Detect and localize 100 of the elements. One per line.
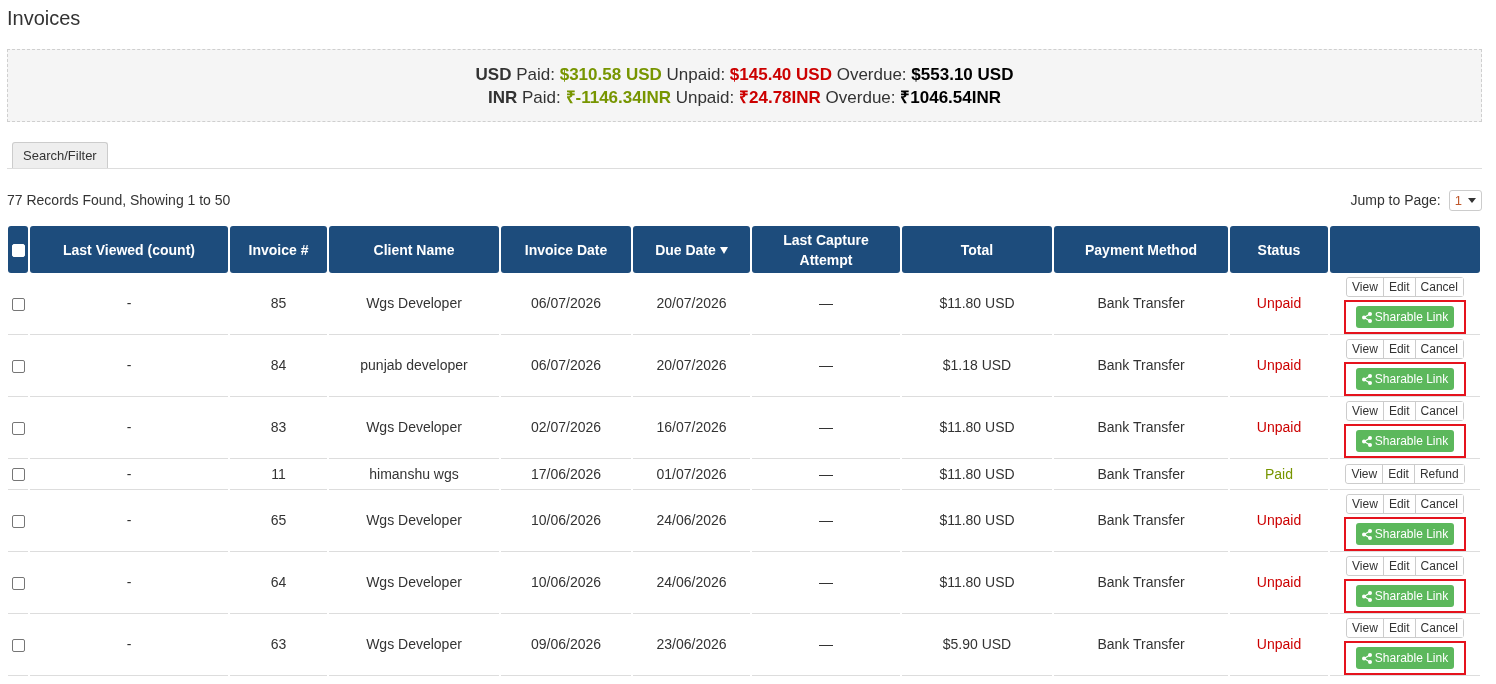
table-cell: —	[752, 397, 900, 459]
share-icon	[1361, 652, 1372, 664]
table-cell: -	[30, 397, 228, 459]
table-cell: —	[752, 335, 900, 397]
table-cell: 17/06/2026	[501, 459, 631, 490]
select-all-checkbox[interactable]	[11, 243, 25, 257]
share-icon	[1361, 435, 1372, 447]
status-label: Unpaid	[1230, 614, 1328, 676]
row-checkbox[interactable]	[11, 638, 25, 652]
table-cell: Wgs Developer	[329, 397, 499, 459]
table-cell: -	[30, 552, 228, 614]
table-cell: 10/06/2026	[501, 490, 631, 552]
row-checkbox[interactable]	[11, 297, 25, 311]
status-label: Paid	[1230, 459, 1328, 490]
status-label: Unpaid	[1230, 490, 1328, 552]
table-cell: 24/06/2026	[633, 552, 750, 614]
table-cell: 65	[230, 490, 327, 552]
table-cell: 64	[230, 552, 327, 614]
currency-summary: USD Paid: $310.58 USD Unpaid: $145.40 USD Overdue: $553.10 USD	[475, 63, 1014, 86]
table-cell: 10/06/2026	[501, 552, 631, 614]
caret-down-icon	[1468, 198, 1476, 203]
table-cell: —	[752, 552, 900, 614]
column-header[interactable]: Last Capture Attempt	[752, 226, 900, 273]
table-cell: -	[30, 459, 228, 490]
table-cell: $11.80 USD	[902, 490, 1052, 552]
column-header[interactable]: Total	[902, 226, 1052, 273]
column-header[interactable]: Invoice #	[230, 226, 327, 273]
action-button[interactable]: Cancel	[1414, 402, 1463, 420]
table-cell: $11.80 USD	[902, 397, 1052, 459]
table-cell: $1.18 USD	[902, 335, 1052, 397]
column-header[interactable]: Last Viewed (count)	[30, 226, 228, 273]
table-cell: Bank Transfer	[1054, 552, 1228, 614]
table-cell: Bank Transfer	[1054, 273, 1228, 335]
table-cell: Wgs Developer	[329, 614, 499, 676]
table-cell: Bank Transfer	[1054, 335, 1228, 397]
table-cell: 09/06/2026	[501, 614, 631, 676]
table-cell: Bank Transfer	[1054, 614, 1228, 676]
table-cell: Wgs Developer	[329, 490, 499, 552]
table-cell: 16/07/2026	[633, 397, 750, 459]
table-cell: —	[752, 273, 900, 335]
table-cell: 84	[230, 335, 327, 397]
table-cell: 20/07/2026	[633, 273, 750, 335]
table-cell: 24/06/2026	[633, 490, 750, 552]
table-cell: 83	[230, 397, 327, 459]
row-checkbox[interactable]	[11, 468, 25, 482]
table-cell: —	[752, 490, 900, 552]
table-cell: —	[752, 459, 900, 490]
column-header[interactable]: Due Date	[633, 226, 750, 273]
table-cell: himanshu wgs	[329, 459, 499, 490]
table-cell: Wgs Developer	[329, 273, 499, 335]
row-checkbox[interactable]	[11, 359, 25, 373]
table-cell: Bank Transfer	[1054, 490, 1228, 552]
column-header[interactable]: Status	[1230, 226, 1328, 273]
row-checkbox[interactable]	[11, 514, 25, 528]
table-cell: -	[30, 335, 228, 397]
sort-descending-icon	[719, 247, 728, 255]
status-label: Unpaid	[1230, 552, 1328, 614]
records-count: 77 Records Found, Showing 1 to 50	[7, 191, 231, 210]
action-button[interactable]: Cancel	[1414, 278, 1463, 296]
column-header[interactable]: Payment Method	[1054, 226, 1228, 273]
table-cell: -	[30, 614, 228, 676]
action-button[interactable]: Cancel	[1414, 340, 1463, 358]
table-cell: punjab developer	[329, 335, 499, 397]
table-cell: —	[752, 614, 900, 676]
table-cell: 06/07/2026	[501, 335, 631, 397]
page-title: Invoices	[7, 6, 82, 30]
column-header[interactable]: Invoice Date	[501, 226, 631, 273]
table-cell: Bank Transfer	[1054, 397, 1228, 459]
status-label: Unpaid	[1230, 335, 1328, 397]
table-cell: 20/07/2026	[633, 335, 750, 397]
table-cell: Bank Transfer	[1054, 459, 1228, 490]
row-checkbox[interactable]	[11, 421, 25, 435]
table-cell: $5.90 USD	[902, 614, 1052, 676]
share-icon	[1361, 311, 1372, 323]
table-cell: $11.80 USD	[902, 552, 1052, 614]
status-label: Unpaid	[1230, 273, 1328, 335]
table-cell: 06/07/2026	[501, 273, 631, 335]
table-cell: 85	[230, 273, 327, 335]
table-cell: 11	[230, 459, 327, 490]
currency-summary: INR Paid: ₹-1146.34INR Unpaid: ₹24.78INR Overdue: ₹1046.54INR	[488, 86, 1001, 109]
jump-to-page-label: Jump to Page:	[1350, 191, 1441, 210]
share-icon	[1361, 590, 1372, 602]
action-button[interactable]: Refund	[1413, 465, 1464, 483]
table-cell: 01/07/2026	[633, 459, 750, 490]
status-label: Unpaid	[1230, 397, 1328, 459]
table-cell: 23/06/2026	[633, 614, 750, 676]
column-header[interactable]: Client Name	[329, 226, 499, 273]
action-button[interactable]: Cancel	[1414, 557, 1463, 575]
table-cell: $11.80 USD	[902, 273, 1052, 335]
tab[interactable]: Search/Filter	[12, 142, 108, 168]
action-button[interactable]: Cancel	[1414, 619, 1463, 637]
table-cell: Wgs Developer	[329, 552, 499, 614]
action-button[interactable]: Cancel	[1414, 495, 1463, 513]
table-cell: 02/07/2026	[501, 397, 631, 459]
table-cell: $11.80 USD	[902, 459, 1052, 490]
table-cell: 63	[230, 614, 327, 676]
share-icon	[1361, 528, 1372, 540]
row-checkbox[interactable]	[11, 576, 25, 590]
page-select[interactable]: 1	[1448, 190, 1482, 211]
share-icon	[1361, 373, 1372, 385]
